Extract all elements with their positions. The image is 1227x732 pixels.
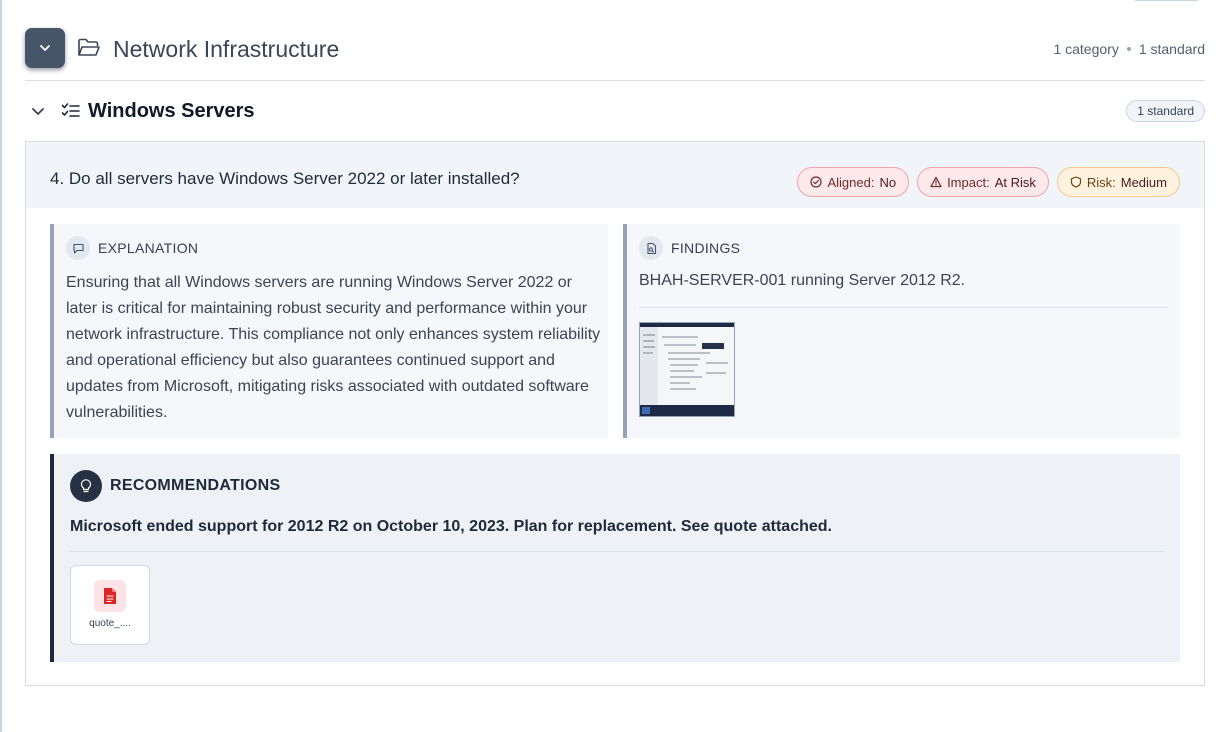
list-check-icon (61, 103, 80, 117)
impact-badge: Impact: At Risk (917, 167, 1049, 197)
recommendations-header: RECOMMENDATIONS (70, 470, 280, 502)
pdf-file-icon (94, 580, 126, 612)
recommendations-panel: RECOMMENDATIONS Microsoft ended support … (50, 454, 1180, 662)
findings-divider (639, 307, 1168, 308)
category-toggle-button[interactable] (25, 28, 65, 68)
findings-header: FINDINGS (639, 236, 740, 260)
subcategory-title: Windows Servers (88, 100, 255, 122)
aligned-badge-label: Aligned: (827, 174, 875, 190)
explanation-header: EXPLANATION (66, 236, 198, 260)
recommendations-label: RECOMMENDATIONS (110, 477, 281, 494)
folder-open-icon (78, 38, 100, 56)
risk-badge-value: Medium (1120, 174, 1167, 190)
standard-count-badge: 1 standard (1126, 100, 1205, 122)
file-search-icon (639, 236, 663, 260)
standard-question: 4. Do all servers have Windows Server 20… (50, 169, 520, 188)
chevron-down-icon (40, 45, 50, 51)
recommendations-text: Microsoft ended support for 2012 R2 on O… (70, 518, 832, 535)
meta-separator-dot (1126, 47, 1131, 51)
impact-badge-value: At Risk (994, 174, 1036, 190)
findings-label: FINDINGS (671, 240, 741, 256)
attachment-card[interactable]: quote_.... (70, 565, 150, 645)
recommendations-divider (70, 551, 1164, 552)
top-divider-stub (1135, 0, 1198, 1)
category-title: Network Infrastructure (113, 36, 340, 62)
explanation-panel: EXPLANATION Ensuring that all Windows se… (50, 224, 608, 438)
category-meta: 1 category 1 standard (1053, 41, 1205, 57)
risk-badge-label: Risk: (1086, 174, 1116, 190)
lightbulb-icon (70, 470, 102, 502)
page-left-rule (0, 0, 2, 732)
standard-card-header[interactable]: 4. Do all servers have Windows Server 20… (26, 142, 1204, 208)
message-icon (66, 236, 90, 260)
attachment-name: quote_.... (89, 618, 131, 629)
category-header: Network Infrastructure 1 category 1 stan… (25, 28, 1205, 81)
explanation-text: Ensuring that all Windows servers are ru… (66, 274, 601, 421)
findings-screenshot-thumbnail[interactable] (639, 322, 735, 417)
explanation-label: EXPLANATION (98, 240, 199, 256)
impact-badge-label: Impact: (947, 174, 990, 190)
subcategory-header[interactable]: Windows Servers 1 standard (25, 92, 1205, 132)
chevron-down-icon[interactable] (30, 103, 46, 119)
aligned-badge-value: No (879, 174, 897, 190)
standard-card: 4. Do all servers have Windows Server 20… (25, 141, 1205, 686)
check-circle-icon (810, 176, 823, 188)
warning-triangle-icon (930, 176, 942, 188)
category-count: 1 category (1053, 41, 1119, 57)
standard-count: 1 standard (1138, 41, 1205, 57)
shield-icon (1070, 176, 1081, 188)
risk-badge: Risk: Medium (1056, 167, 1180, 197)
findings-panel: FINDINGS BHAH-SERVER-001 running Server … (623, 224, 1180, 438)
aligned-badge: Aligned: No (797, 167, 910, 197)
standard-badges: Aligned: No Impact: At Risk Risk: Medium (797, 167, 1180, 197)
findings-text: BHAH-SERVER-001 running Server 2012 R2. (639, 272, 966, 289)
